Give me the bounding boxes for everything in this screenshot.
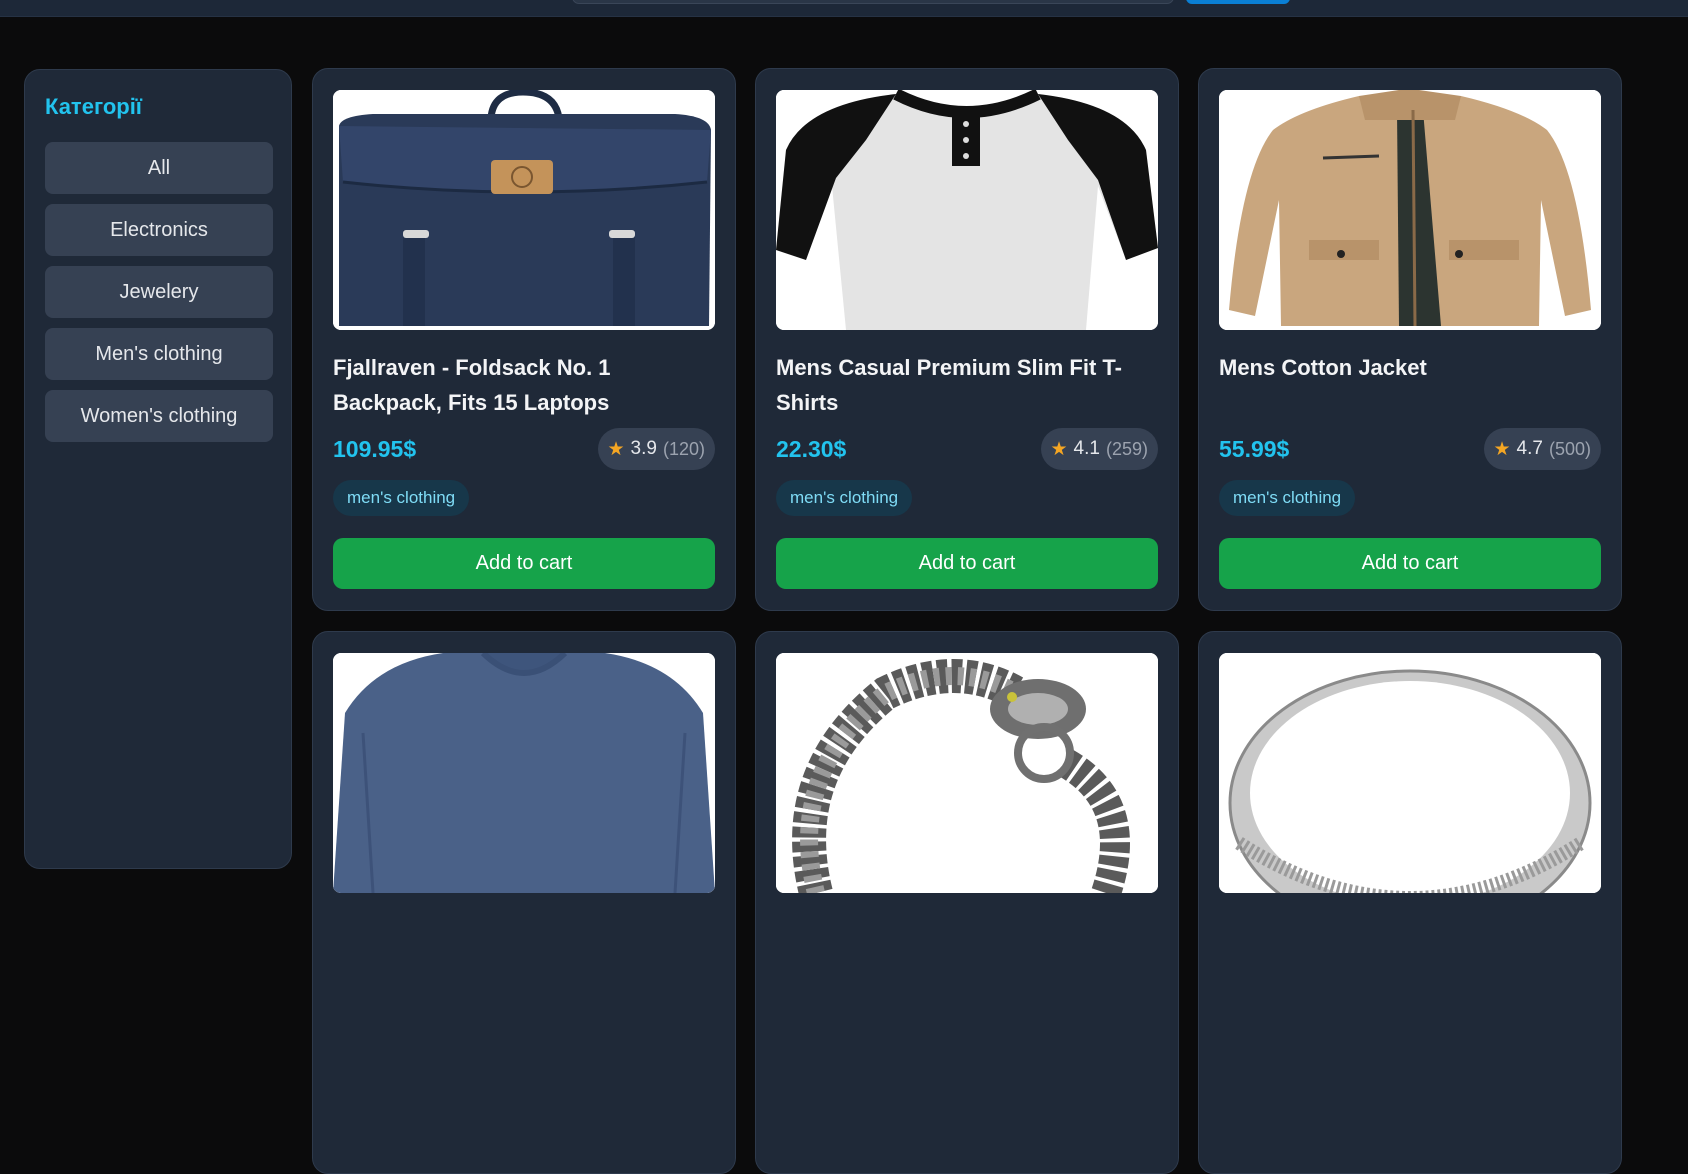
category-button-electronics[interactable]: Electronics (45, 204, 273, 256)
add-to-cart-button[interactable]: Add to cart (333, 538, 715, 589)
product-price: 22.30$ (776, 435, 847, 462)
add-to-cart-button[interactable]: Add to cart (776, 538, 1158, 589)
rating-value: 3.9 (630, 438, 657, 459)
rating-count: (259) (1105, 438, 1148, 459)
product-image[interactable] (333, 90, 715, 330)
category-tag: men's clothing (1219, 480, 1356, 516)
jacket-image (1219, 90, 1601, 330)
product-card (755, 631, 1179, 1174)
rating-badge: ★ 3.9 (120) (597, 428, 715, 470)
product-image[interactable] (333, 653, 715, 893)
rating-badge: ★ 4.1 (259) (1040, 428, 1158, 470)
bracelet-image (776, 653, 1158, 893)
add-to-cart-button[interactable]: Add to cart (1219, 538, 1601, 589)
product-title[interactable]: Fjallraven - Foldsack No. 1 Backpack, Fi… (333, 350, 715, 420)
rating-value: 4.1 (1073, 438, 1100, 459)
product-grid: Fjallraven - Foldsack No. 1 Backpack, Fi… (312, 68, 1622, 1174)
rating-value: 4.7 (1516, 438, 1543, 459)
product-title[interactable]: Mens Casual Premium Slim Fit T-Shirts (776, 350, 1158, 420)
category-tag: men's clothing (333, 480, 470, 516)
longsleeve-shirt-image (333, 653, 715, 893)
product-card: Mens Casual Premium Slim Fit T-Shirts 22… (755, 68, 1179, 611)
product-image[interactable] (1219, 653, 1601, 893)
search-input[interactable] (572, 0, 1174, 4)
search-button[interactable] (1186, 0, 1290, 4)
product-card (312, 631, 736, 1174)
category-button-womens-clothing[interactable]: Women's clothing (45, 390, 273, 442)
top-header (0, 0, 1688, 17)
product-card (1198, 631, 1622, 1174)
sidebar-title: Категорії (45, 94, 142, 119)
rating-badge: ★ 4.7 (500) (1483, 428, 1601, 470)
rating-count: (500) (1548, 438, 1591, 459)
product-price: 55.99$ (1219, 435, 1290, 462)
star-icon: ★ (607, 438, 625, 460)
category-tag: men's clothing (776, 480, 913, 516)
tshirt-image (776, 90, 1158, 330)
product-title[interactable]: Mens Cotton Jacket (1219, 350, 1601, 420)
star-icon: ★ (1493, 438, 1511, 460)
ring-image (1219, 653, 1601, 893)
category-button-all[interactable]: All (45, 142, 273, 194)
backpack-image (333, 90, 715, 330)
product-image[interactable] (776, 653, 1158, 893)
category-sidebar: Категорії All Electronics Jewelery Men's… (24, 69, 292, 869)
product-image[interactable] (776, 90, 1158, 330)
product-card: Mens Cotton Jacket 55.99$ ★ 4.7 (500) me… (1198, 68, 1622, 611)
product-price: 109.95$ (333, 435, 417, 462)
category-button-mens-clothing[interactable]: Men's clothing (45, 328, 273, 380)
rating-count: (120) (662, 438, 705, 459)
category-button-jewelery[interactable]: Jewelery (45, 266, 273, 318)
product-card: Fjallraven - Foldsack No. 1 Backpack, Fi… (312, 68, 736, 611)
star-icon: ★ (1050, 438, 1068, 460)
product-image[interactable] (1219, 90, 1601, 330)
